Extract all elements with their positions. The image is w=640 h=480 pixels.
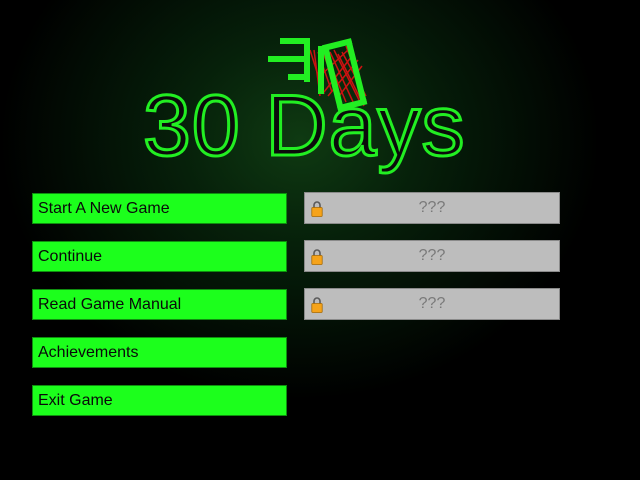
locked-slot-label: ??? — [418, 199, 446, 216]
locked-slot: ??? — [304, 240, 560, 272]
game-title: 30 Days — [142, 77, 466, 176]
locked-slot: ??? — [304, 288, 560, 320]
locked-slot-label: ??? — [418, 247, 446, 264]
achievements-button[interactable]: Achievements — [32, 337, 287, 368]
start-new-game-button[interactable]: Start A New Game — [32, 193, 287, 224]
main-menu-screen: 30 Days Start A New Game Continue Read G… — [0, 0, 640, 480]
read-game-manual-button[interactable]: Read Game Manual — [32, 289, 287, 320]
locked-slot-label: ??? — [418, 295, 446, 312]
locked-slot: ??? — [304, 192, 560, 224]
continue-button[interactable]: Continue — [32, 241, 287, 272]
exit-game-button[interactable]: Exit Game — [32, 385, 287, 416]
